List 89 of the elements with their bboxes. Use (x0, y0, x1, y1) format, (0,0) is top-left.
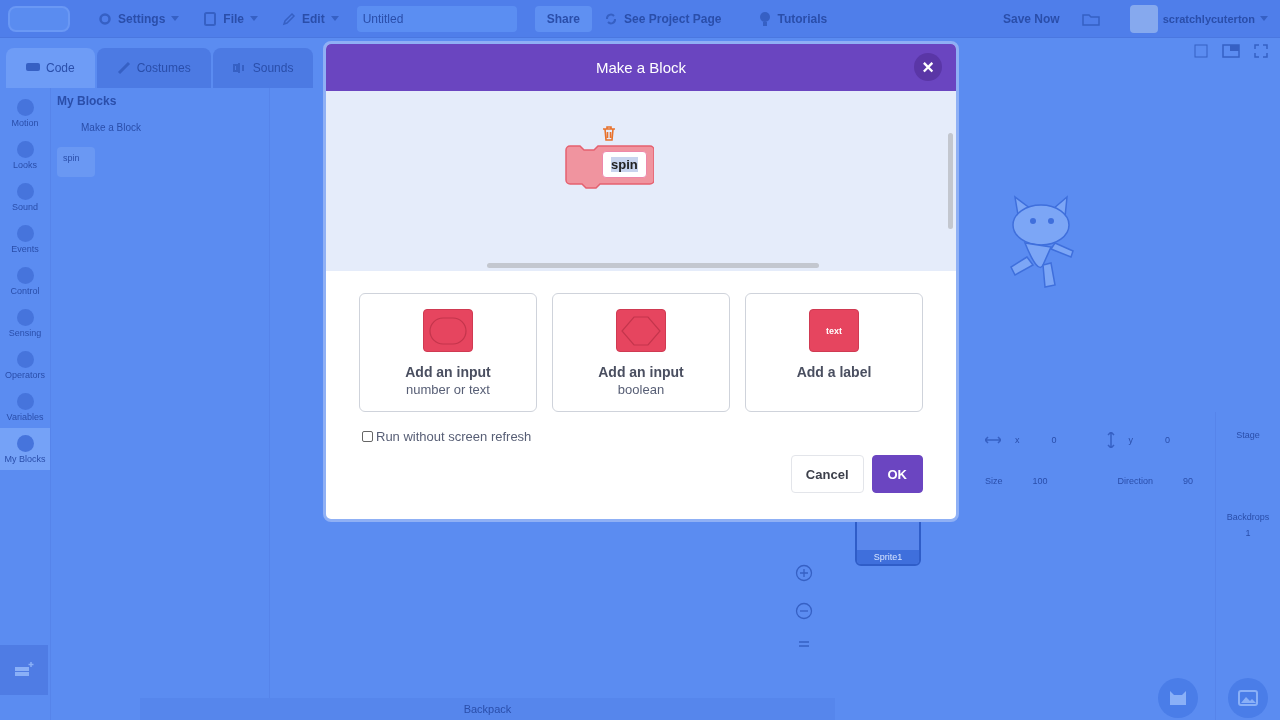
horizontal-scrollbar[interactable] (487, 263, 819, 268)
category-item[interactable]: Sound (0, 176, 50, 218)
horizontal-arrows-icon (985, 436, 1001, 444)
menu-item[interactable]: File (191, 0, 270, 37)
category-item[interactable]: Control (0, 260, 50, 302)
settings-icon (98, 11, 112, 26)
save-now-link[interactable]: Save Now (991, 0, 1072, 37)
editor-tab[interactable]: Sounds (212, 48, 314, 88)
dialog-title: Make a Block (595, 59, 686, 76)
caret-icon (330, 16, 339, 21)
checkbox[interactable] (362, 431, 373, 442)
ok-button[interactable]: OK (871, 455, 923, 493)
palette-heading: My Blocks (57, 94, 118, 108)
add-option-button[interactable]: Add an input number or text (359, 293, 537, 412)
boolean-input-icon (616, 309, 666, 352)
category-item[interactable]: Events (0, 218, 50, 260)
category-dot (16, 434, 34, 452)
category-dot (16, 266, 34, 284)
menu-item[interactable]: Edit (270, 0, 351, 37)
choose-backdrop-button[interactable] (1228, 678, 1268, 718)
make-a-block-button[interactable]: Make a Block (81, 122, 263, 133)
share-button[interactable]: Share (534, 5, 593, 32)
checkbox-label: Run without screen refresh (376, 429, 532, 444)
pencil-icon (282, 11, 296, 26)
category-item[interactable]: Looks (0, 134, 50, 176)
scratch-logo[interactable] (8, 5, 70, 32)
editor-tab[interactable]: Costumes (96, 48, 211, 88)
menu-item[interactable]: Settings (86, 0, 192, 37)
backdrops-label: Backdrops (1226, 512, 1270, 522)
large-stage-icon[interactable] (1222, 44, 1240, 58)
custom-block[interactable]: spin (57, 147, 95, 177)
label-icon: text (809, 309, 859, 352)
category-dot (16, 98, 34, 116)
file-icon (203, 11, 218, 26)
see-project-page-link[interactable]: See Project Page (592, 0, 734, 37)
lightbulb-icon (759, 10, 772, 27)
account-menu[interactable]: scratchlycuterton (1117, 0, 1272, 37)
caret-icon (250, 16, 258, 21)
caret-icon (171, 16, 180, 21)
editor-tab[interactable]: Code (6, 48, 95, 88)
project-title-field[interactable]: Untitled (356, 5, 517, 32)
reset-zoom-icon[interactable] (798, 640, 810, 648)
y-value[interactable]: 0 (1165, 435, 1171, 445)
direction-value[interactable]: 90 (1183, 476, 1194, 486)
add-extension-button[interactable] (0, 645, 48, 695)
x-value[interactable]: 0 (1051, 435, 1057, 445)
backpack-bar[interactable]: Backpack (140, 698, 835, 720)
vertical-scrollbar[interactable] (948, 133, 953, 229)
size-value[interactable]: 100 (1032, 476, 1048, 486)
round-input-icon (423, 309, 473, 352)
close-button[interactable]: × (914, 53, 942, 81)
brush-icon (116, 61, 131, 75)
category-dot (16, 392, 34, 410)
category-item[interactable]: Motion (0, 92, 50, 134)
folder-icon[interactable] (1081, 11, 1100, 26)
stage-heading: Stage (1236, 430, 1260, 440)
category-dot (16, 182, 34, 200)
vertical-arrows-icon (1106, 432, 1115, 448)
category-item[interactable]: Operators (0, 344, 50, 386)
backdrops-count: 1 (1245, 528, 1251, 538)
avatar (1129, 4, 1158, 33)
caret-icon (1260, 16, 1268, 21)
picture-icon (1238, 690, 1258, 706)
category-dot (16, 308, 34, 326)
category-item[interactable]: Sensing (0, 302, 50, 344)
direction-label: Direction (1117, 476, 1154, 486)
small-stage-icon[interactable] (1194, 44, 1208, 58)
choose-sprite-button[interactable] (1158, 678, 1198, 718)
category-dot (16, 350, 34, 368)
category-dot (16, 224, 34, 242)
zoom-in-icon[interactable] (795, 564, 813, 582)
x-label: x (1015, 435, 1020, 445)
trash-icon[interactable] (602, 125, 616, 141)
add-option-button[interactable]: text Add a label (745, 293, 923, 412)
category-item[interactable]: Variables (0, 386, 50, 428)
add-option-button[interactable]: Add an input boolean (552, 293, 730, 412)
extension-icon (13, 661, 35, 679)
speaker-icon (232, 61, 247, 75)
fullscreen-icon[interactable] (1254, 44, 1268, 58)
tutorials-link[interactable]: Tutorials (747, 0, 840, 37)
category-dot (16, 140, 34, 158)
zoom-out-icon[interactable] (795, 602, 813, 620)
recycle-icon (604, 11, 619, 26)
y-label: y (1128, 435, 1133, 445)
category-item[interactable]: My Blocks (0, 428, 50, 470)
cancel-button[interactable]: Cancel (790, 455, 864, 493)
cat-face-icon (1168, 689, 1188, 707)
size-label: Size (985, 476, 1003, 486)
block-name-field[interactable]: spin (602, 151, 647, 178)
